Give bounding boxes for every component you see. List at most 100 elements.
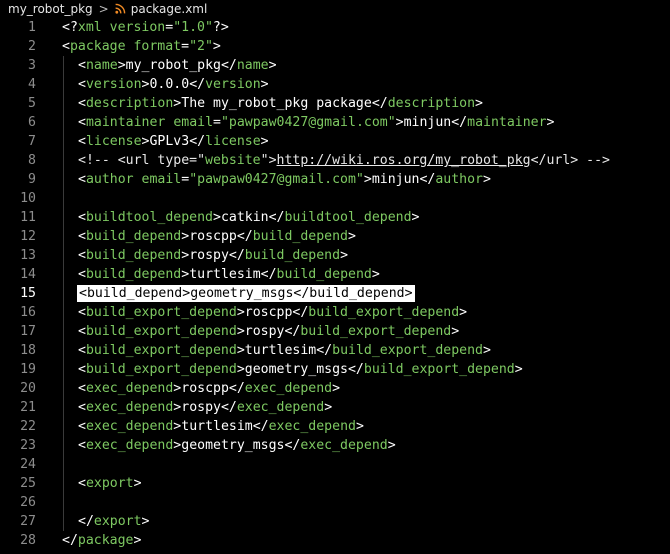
code-line[interactable]: 26 [0,493,670,512]
code-line[interactable]: 14 <build_depend>turtlesim</build_depend> [0,265,670,284]
breadcrumb-file[interactable]: package.xml [131,2,208,16]
code-token: < [78,172,86,187]
code-line[interactable]: 24 [0,455,670,474]
code-line[interactable]: 9 <author email="pawpaw0427@gmail.com">mi… [0,170,670,189]
code-token: license [205,134,261,149]
code-token: build_depend [86,286,183,301]
code-token: < [78,362,86,377]
code-line[interactable]: 6 <maintainer email="pawpaw0427@gmail.com… [0,113,670,132]
code-token: author [435,172,483,187]
code-line[interactable]: 23 <exec_depend>geometry_msgs</exec_depen… [0,436,670,455]
code-line[interactable]: 10 [0,189,670,208]
code-token: xml [77,20,102,35]
code-token: GPLv3 [149,134,190,149]
code-token: </ [371,96,388,111]
code-line[interactable]: 7 <license>GPLv3</license> [0,132,670,151]
code-token: > [348,229,356,244]
code-token: > [482,343,491,358]
code-token: < [78,343,86,358]
code-line[interactable]: 17 <build_export_depend>rospy</build_expo… [0,322,670,341]
code-line[interactable]: 12 <build_depend>roscpp</build_depend> [0,227,670,246]
code-line[interactable]: 19 <build_export_depend>geometry_msgs</bu… [0,360,670,379]
breadcrumb-folder[interactable]: my_robot_pkg [8,2,93,16]
code-token: < [78,305,86,320]
code-token: > [355,419,364,434]
code-token: exec_depend [85,381,174,396]
code-token: < [78,324,86,339]
code-text: <exec_depend>rospy</exec_depend> [62,398,332,417]
code-token: </ [189,134,206,149]
code-token: > [212,39,221,54]
code-token: </ [451,115,468,130]
code-token: catkin [220,210,269,225]
code-token: = [181,172,190,187]
code-line[interactable]: 4 <version>0.0.0</version> [0,75,670,94]
code-token: > [236,324,245,339]
code-token: "> [260,153,277,168]
code-token: = [213,115,221,130]
code-token: package [77,533,134,548]
code-token: buildtool_depend [85,210,213,225]
code-token: > [459,305,468,320]
code-line[interactable]: 22 <exec_depend>turtlesim</exec_depend> [0,417,670,436]
code-token: geometry_msgs [244,362,348,377]
code-editor[interactable]: 1 <?xml version="1.0"?> 2 <package format="… [0,17,670,554]
code-token: "pawpaw0427@gmail.com" [220,115,396,130]
code-token: < [62,39,70,54]
code-line[interactable]: 5 <description>The my_robot_pkg package</… [0,94,670,113]
code-token: format [133,39,182,54]
code-token: > [181,229,190,244]
code-text: <version>0.0.0</version> [62,75,269,94]
code-line[interactable]: 16 <build_export_depend>roscpp</build_exp… [0,303,670,322]
code-token: author [85,172,134,187]
code-token: description [387,96,476,111]
code-token: < [78,419,86,434]
line-number: 8 [28,153,36,168]
code-text: <description>The my_robot_pkg package</d… [62,94,483,113]
code-token: > [371,267,380,282]
code-token: roscpp [189,229,237,244]
code-token: email [173,115,214,130]
line-number: 7 [28,134,36,149]
code-line[interactable]: 3 <name>my_robot_pkg</name> [0,56,670,75]
code-line[interactable]: 11 <buildtool_depend>catkin</buildtool_de… [0,208,670,227]
code-token: license [85,134,142,149]
code-line[interactable]: 27 </export> [0,512,670,531]
code-text: <exec_depend>turtlesim</exec_depend> [62,417,364,436]
code-token: exec_depend [85,400,174,415]
code-token: exec_depend [236,400,325,415]
code-token: = [165,20,174,35]
code-line[interactable]: 15 <build_depend>geometry_msgs</build_dep… [0,284,670,303]
code-token: buildtool_depend [284,210,412,225]
code-line[interactable]: 2 <package format="2"> [0,37,670,56]
line-number: 6 [28,115,36,130]
line-number: 20 [20,381,36,396]
code-token: </url> --> [530,153,610,168]
line-number: 18 [20,343,36,358]
code-line[interactable]: 1 <?xml version="1.0"?> [0,18,670,37]
code-token: < [78,476,86,491]
code-line[interactable]: 20 <exec_depend>roscpp</exec_depend> [0,379,670,398]
code-token: </ [220,400,237,415]
code-token: > [475,96,483,111]
code-token: > [483,172,491,187]
code-line[interactable]: 8 <!-- <url type="website">http://wiki.ro… [0,151,670,170]
code-token: build_export_depend [85,362,237,377]
breadcrumb-separator: > [98,1,109,16]
code-token: </ [228,381,245,396]
code-text: </package> [62,531,141,550]
code-line[interactable]: 21 <exec_depend>rospy</exec_depend> [0,398,670,417]
code-line[interactable]: 28 </package> [0,531,670,550]
code-line[interactable]: 25 <export> [0,474,670,493]
code-line[interactable]: 13 <build_depend>rospy</build_depend> [0,246,670,265]
code-text: <build_depend>roscpp</build_depend> [62,227,356,246]
line-number: 12 [20,229,36,244]
code-token: geometry_msgs [181,438,285,453]
code-token: exec_depend [300,438,388,453]
code-line[interactable]: 18 <build_export_depend>turtlesim</build_… [0,341,670,360]
code-token: build_export_depend [332,343,483,358]
code-token: rospy [189,248,229,263]
code-text: </export> [62,512,149,531]
code-token: < [78,77,86,92]
